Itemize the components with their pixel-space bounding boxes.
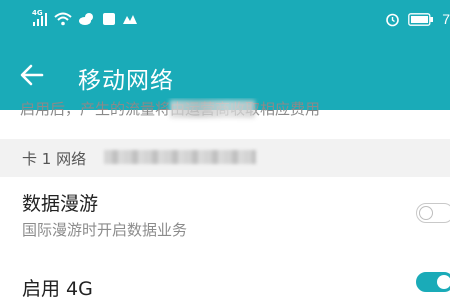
app-notification-icon-2 xyxy=(123,15,137,24)
signal-4g-icon: 4G xyxy=(32,9,48,27)
sim1-section-header: 卡 1 网络 xyxy=(0,139,450,177)
data-roaming-setting[interactable]: 数据漫游 国际漫游时开启数据业务 xyxy=(0,177,450,249)
status-time: 7 xyxy=(442,11,450,27)
back-button[interactable] xyxy=(14,57,50,93)
arrow-back-icon xyxy=(20,64,44,86)
toggle-knob xyxy=(437,275,450,289)
data-roaming-toggle[interactable] xyxy=(416,203,450,223)
mobile-data-description: 启用后，产生的流量将由运营商收取相应费用 xyxy=(20,98,440,126)
enable-4g-setting[interactable]: 启用 4G xyxy=(0,262,450,300)
data-roaming-subtitle: 国际漫游时开启数据业务 xyxy=(22,221,188,239)
redacted-phone-number xyxy=(104,150,256,164)
redacted-blur xyxy=(170,100,255,118)
data-roaming-title: 数据漫游 xyxy=(22,193,99,215)
enable-4g-title: 启用 4G xyxy=(22,278,93,300)
wifi-icon xyxy=(54,12,72,26)
sim1-section-label: 卡 1 网络 xyxy=(22,150,87,168)
enable-4g-toggle[interactable] xyxy=(416,272,450,292)
app-notification-icon xyxy=(103,13,115,25)
toggle-knob xyxy=(419,206,433,220)
status-bar-right: 7 xyxy=(385,11,450,27)
status-bar-left: 4G xyxy=(32,9,138,27)
weather-icon xyxy=(79,13,93,25)
alarm-icon xyxy=(386,13,400,26)
page-title: 移动网络 xyxy=(78,68,174,94)
status-bar: 4G 7 xyxy=(0,0,450,40)
battery-icon xyxy=(408,12,434,26)
